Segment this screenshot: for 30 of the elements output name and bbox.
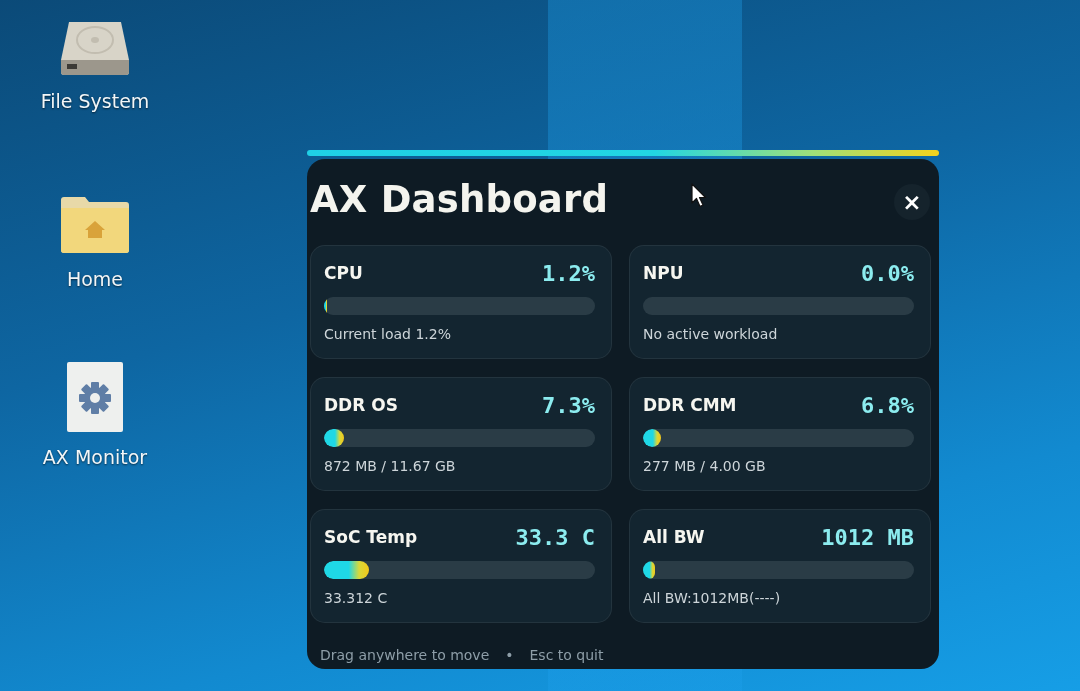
footer-hint: • [505,647,514,663]
metric-value: 33.3 C [515,524,595,550]
metric-value: 7.3% [542,392,595,418]
metric-value: 1012 MB [821,524,914,550]
desktop-icon-label[interactable]: Home [66,268,124,290]
metric-detail: 33.312 C [324,590,389,606]
gear-icon [67,362,123,432]
metric-label: DDR CMM [643,395,737,415]
footer-hint: Esc to quit [529,647,604,663]
footer-hint: Drag anywhere to move [320,647,490,663]
metric-label: All BW [643,527,705,547]
desktop-icon-label[interactable]: File System [40,90,150,112]
metric-label: CPU [324,263,363,283]
desktop-icon-label[interactable]: AX Monitor [42,446,148,468]
metric-value: 0.0% [861,260,914,286]
close-button[interactable]: × [894,184,930,220]
hard-drive-icon [59,20,131,76]
cursor-icon [691,183,707,208]
window-title: AX Dashboard [310,177,609,221]
metric-detail: No active workload [643,326,779,342]
metric-detail: All BW:1012MB(----) [643,590,782,606]
metric-label: SoC Temp [324,527,418,547]
home-folder-icon [59,194,131,254]
metric-value: 6.8% [861,392,914,418]
metric-value: 1.2% [542,260,595,286]
metric-detail: Current load 1.2% [324,326,452,342]
metric-label: NPU [643,263,684,283]
metric-detail: 872 MB / 11.67 GB [324,458,457,474]
metric-detail: 277 MB / 4.00 GB [643,458,767,474]
metric-label: DDR OS [324,395,398,415]
